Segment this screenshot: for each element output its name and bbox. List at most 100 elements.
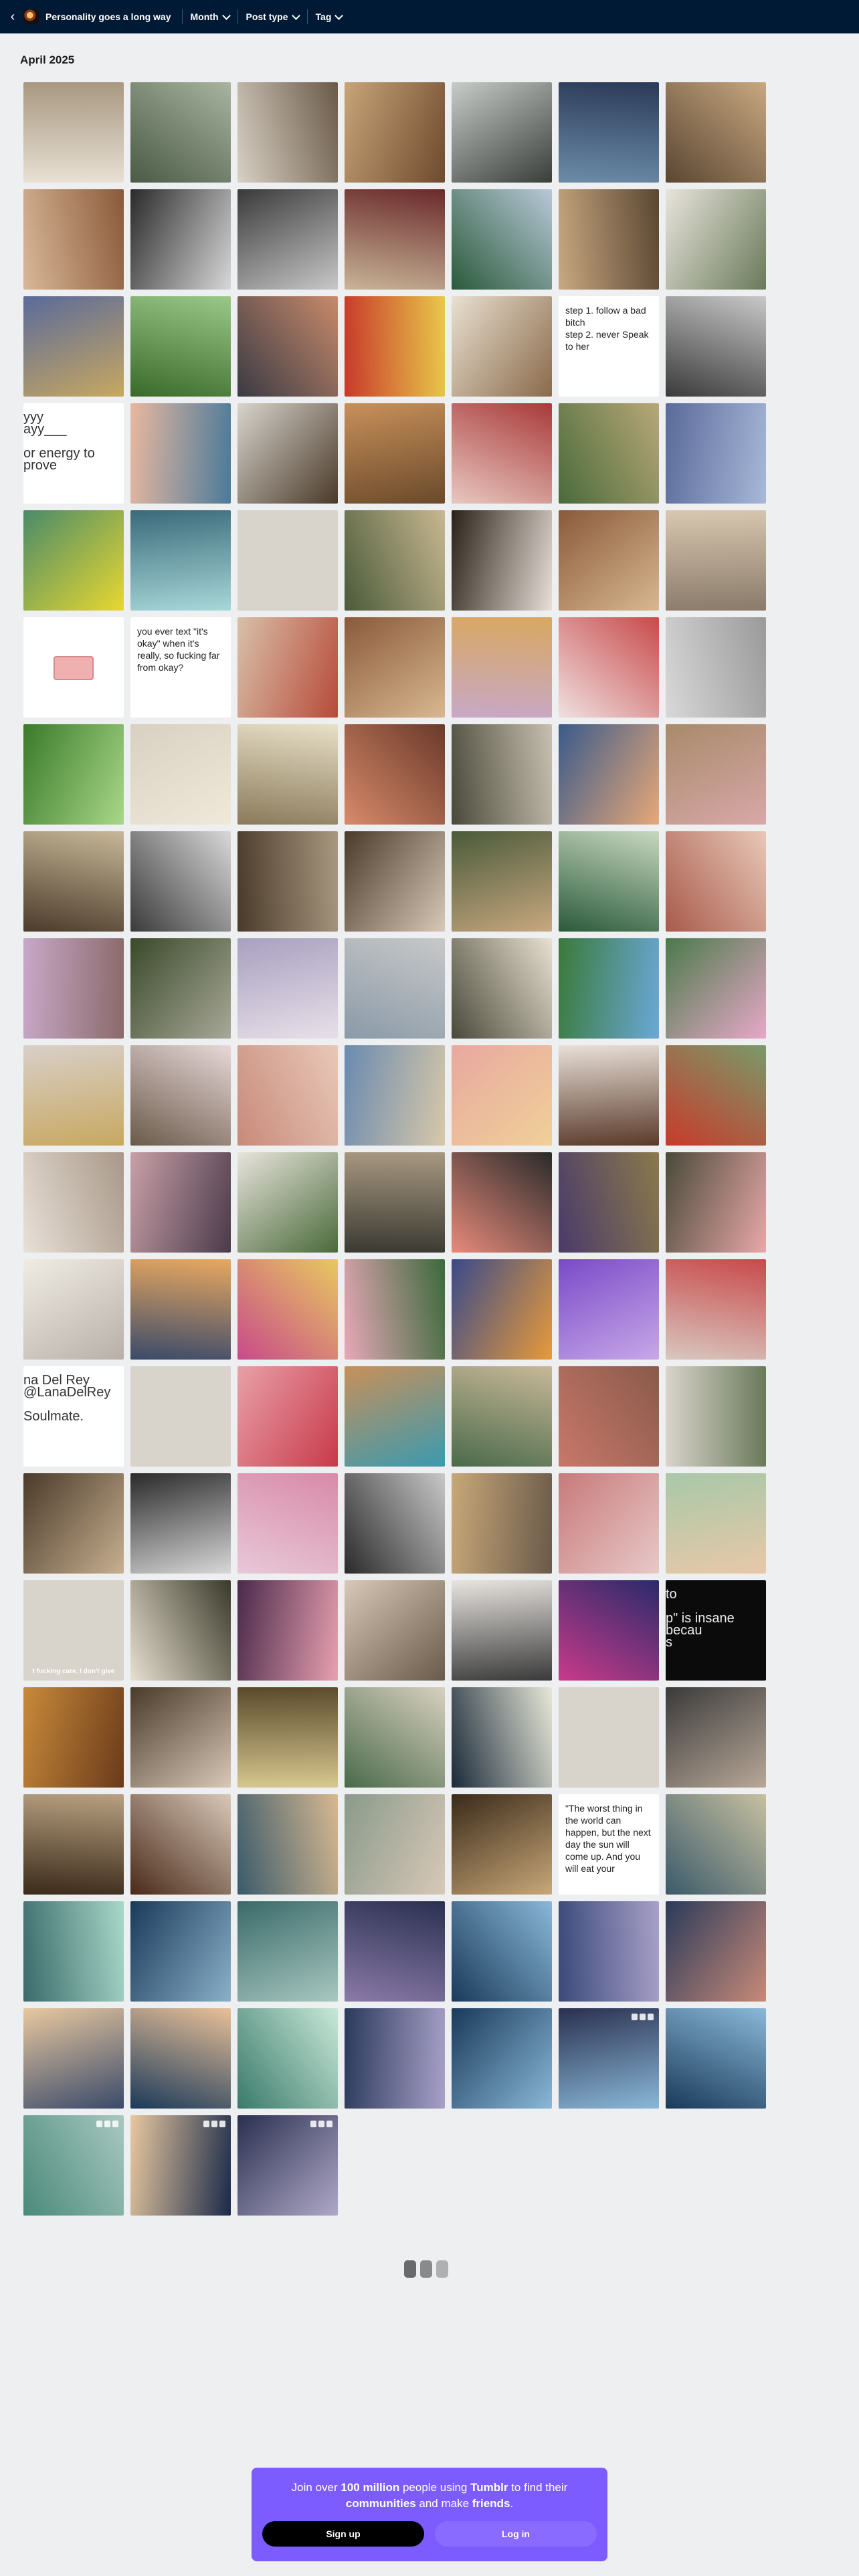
- post-thumbnail[interactable]: [559, 189, 659, 290]
- post-thumbnail[interactable]: [559, 403, 659, 504]
- post-thumbnail[interactable]: [130, 2115, 231, 2216]
- post-thumbnail[interactable]: [666, 1687, 766, 1788]
- post-thumbnail[interactable]: [130, 938, 231, 1039]
- post-thumbnail[interactable]: [559, 1259, 659, 1360]
- post-thumbnail[interactable]: [130, 1901, 231, 2002]
- post-thumbnail[interactable]: [130, 82, 231, 183]
- post-thumbnail[interactable]: [452, 1794, 552, 1895]
- post-thumbnail[interactable]: [559, 1366, 659, 1467]
- post-thumbnail[interactable]: [452, 1045, 552, 1146]
- post-thumbnail[interactable]: [345, 1259, 445, 1360]
- post-thumbnail[interactable]: [23, 2115, 124, 2216]
- post-thumbnail[interactable]: [130, 1687, 231, 1788]
- post-thumbnail[interactable]: [666, 2008, 766, 2109]
- post-thumbnail[interactable]: [23, 1901, 124, 2002]
- post-thumbnail[interactable]: [345, 82, 445, 183]
- post-thumbnail[interactable]: [23, 82, 124, 183]
- post-thumbnail[interactable]: [237, 1259, 338, 1360]
- post-thumbnail[interactable]: [666, 1794, 766, 1895]
- post-thumbnail[interactable]: [23, 1473, 124, 1574]
- post-thumbnail[interactable]: [452, 1152, 552, 1253]
- post-thumbnail[interactable]: [666, 724, 766, 825]
- post-thumbnail[interactable]: [452, 938, 552, 1039]
- post-thumbnail[interactable]: [23, 724, 124, 825]
- post-type-filter[interactable]: Post type: [242, 11, 303, 22]
- post-thumbnail[interactable]: [23, 1794, 124, 1895]
- post-thumbnail[interactable]: [23, 1259, 124, 1360]
- post-thumbnail[interactable]: [666, 1366, 766, 1467]
- log-in-button[interactable]: Log in: [435, 2521, 597, 2547]
- post-thumbnail[interactable]: [666, 1473, 766, 1574]
- post-thumbnail[interactable]: [345, 1794, 445, 1895]
- post-thumbnail[interactable]: [23, 1152, 124, 1253]
- post-thumbnail[interactable]: [130, 1580, 231, 1681]
- blog-avatar[interactable]: [24, 9, 39, 24]
- post-thumbnail[interactable]: [666, 82, 766, 183]
- post-thumbnail[interactable]: [23, 617, 124, 718]
- post-thumbnail[interactable]: [23, 1687, 124, 1788]
- post-thumbnail[interactable]: yyy ayy___ or energy to prove: [23, 403, 124, 504]
- post-thumbnail[interactable]: [345, 1580, 445, 1681]
- post-thumbnail[interactable]: [345, 1045, 445, 1146]
- post-thumbnail[interactable]: [345, 2008, 445, 2109]
- post-thumbnail[interactable]: [237, 403, 338, 504]
- blog-name[interactable]: Personality goes a long way: [45, 11, 171, 22]
- post-thumbnail[interactable]: [345, 296, 445, 397]
- post-thumbnail[interactable]: [23, 296, 124, 397]
- post-thumbnail[interactable]: [345, 831, 445, 932]
- post-thumbnail[interactable]: [452, 831, 552, 932]
- post-thumbnail[interactable]: [452, 617, 552, 718]
- post-thumbnail[interactable]: you ever text "it's okay" when it's real…: [130, 617, 231, 718]
- post-thumbnail[interactable]: [452, 510, 552, 611]
- post-thumbnail[interactable]: [345, 617, 445, 718]
- post-thumbnail[interactable]: [130, 831, 231, 932]
- post-thumbnail[interactable]: to p" is insane becau s: [666, 1580, 766, 1681]
- post-thumbnail[interactable]: [452, 189, 552, 290]
- post-thumbnail[interactable]: [452, 1580, 552, 1681]
- post-thumbnail[interactable]: [345, 724, 445, 825]
- post-thumbnail[interactable]: [237, 617, 338, 718]
- post-thumbnail[interactable]: [130, 296, 231, 397]
- post-thumbnail[interactable]: [559, 1045, 659, 1146]
- post-thumbnail[interactable]: [666, 296, 766, 397]
- post-thumbnail[interactable]: [237, 1794, 338, 1895]
- post-thumbnail[interactable]: [345, 403, 445, 504]
- post-thumbnail[interactable]: [345, 1152, 445, 1253]
- post-thumbnail[interactable]: [452, 1687, 552, 1788]
- post-thumbnail[interactable]: [345, 1366, 445, 1467]
- post-thumbnail[interactable]: [666, 1259, 766, 1360]
- post-thumbnail[interactable]: [237, 2115, 338, 2216]
- post-thumbnail[interactable]: [23, 510, 124, 611]
- post-thumbnail[interactable]: [345, 1901, 445, 2002]
- post-thumbnail[interactable]: [237, 2008, 338, 2109]
- post-thumbnail[interactable]: [559, 724, 659, 825]
- post-thumbnail[interactable]: [666, 1152, 766, 1253]
- post-thumbnail[interactable]: [666, 189, 766, 290]
- post-thumbnail[interactable]: [345, 189, 445, 290]
- post-thumbnail[interactable]: [666, 1901, 766, 2002]
- post-thumbnail[interactable]: [559, 82, 659, 183]
- post-thumbnail[interactable]: [452, 1473, 552, 1574]
- post-thumbnail[interactable]: [666, 831, 766, 932]
- post-thumbnail[interactable]: [237, 1901, 338, 2002]
- post-thumbnail[interactable]: [452, 724, 552, 825]
- post-thumbnail[interactable]: [23, 938, 124, 1039]
- post-thumbnail[interactable]: [237, 724, 338, 825]
- post-thumbnail[interactable]: [23, 189, 124, 290]
- post-thumbnail[interactable]: [130, 189, 231, 290]
- post-thumbnail[interactable]: [237, 1580, 338, 1681]
- post-thumbnail[interactable]: [559, 831, 659, 932]
- post-thumbnail[interactable]: [345, 510, 445, 611]
- post-thumbnail[interactable]: [237, 1687, 338, 1788]
- post-thumbnail[interactable]: "The worst thing in the world can happen…: [559, 1794, 659, 1895]
- post-thumbnail[interactable]: [130, 1045, 231, 1146]
- post-thumbnail[interactable]: [559, 938, 659, 1039]
- post-thumbnail[interactable]: [559, 1152, 659, 1253]
- post-thumbnail[interactable]: [452, 1259, 552, 1360]
- post-thumbnail[interactable]: step 1. follow a bad bitch step 2. never…: [559, 296, 659, 397]
- post-thumbnail[interactable]: [452, 1901, 552, 2002]
- post-thumbnail[interactable]: [345, 938, 445, 1039]
- post-thumbnail[interactable]: [559, 617, 659, 718]
- post-thumbnail[interactable]: [559, 1901, 659, 2002]
- post-thumbnail[interactable]: [130, 1259, 231, 1360]
